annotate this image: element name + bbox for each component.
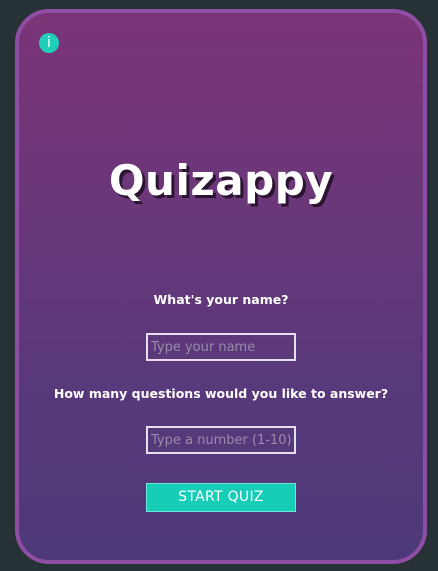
start-quiz-button[interactable]: START QUIZ bbox=[146, 483, 296, 512]
info-icon[interactable]: i bbox=[39, 33, 59, 53]
info-icon-glyph: i bbox=[47, 35, 51, 51]
name-input[interactable] bbox=[146, 333, 296, 361]
quiz-card: i Quizappy What's your name? How many qu… bbox=[15, 9, 427, 564]
name-label: What's your name? bbox=[153, 292, 289, 307]
question-count-input[interactable] bbox=[146, 426, 296, 454]
app-logo: Quizappy bbox=[108, 156, 334, 205]
questions-label: How many questions would you like to ans… bbox=[53, 386, 389, 401]
